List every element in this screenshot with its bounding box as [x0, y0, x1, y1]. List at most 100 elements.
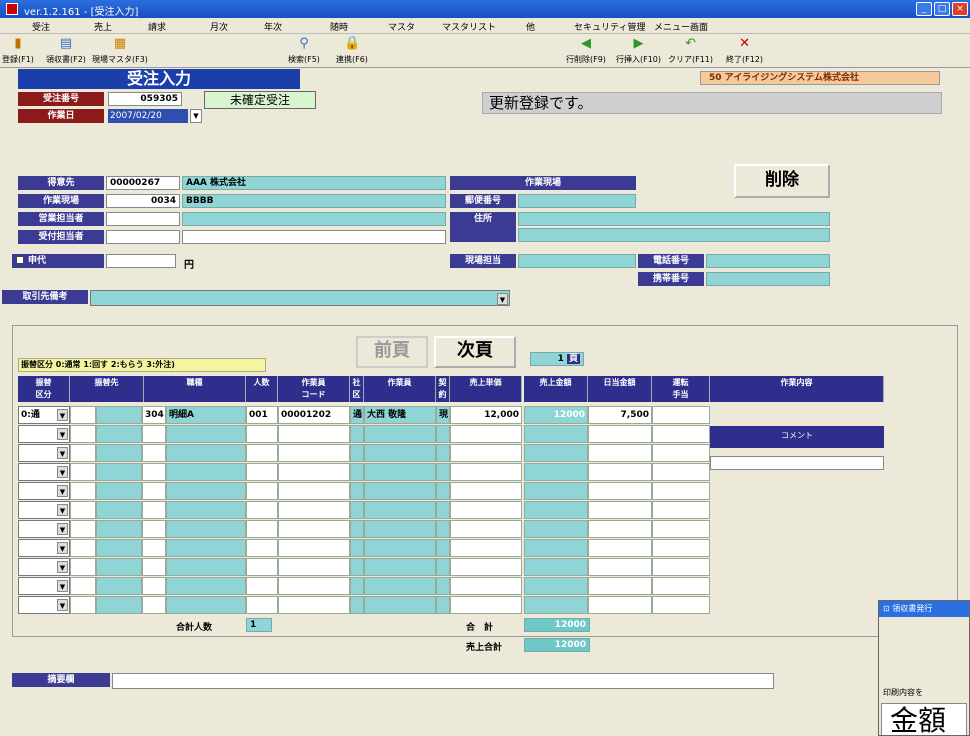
- daily-amount-cell[interactable]: [588, 501, 652, 519]
- toolbar-button-6[interactable]: ▶ 行挿入(F10): [616, 36, 661, 65]
- kubun-dropdown[interactable]: ▼: [18, 558, 70, 576]
- driving-allowance-cell[interactable]: [652, 539, 710, 557]
- menu-item-8[interactable]: 他: [526, 20, 535, 33]
- daily-amount-cell[interactable]: [588, 425, 652, 443]
- driving-allowance-cell[interactable]: [652, 482, 710, 500]
- sales-amount-cell[interactable]: [524, 425, 588, 443]
- chevron-down-icon[interactable]: ▼: [57, 504, 68, 516]
- kubun-dropdown[interactable]: 0:通 ▼: [18, 406, 70, 424]
- chevron-down-icon[interactable]: ▼: [57, 561, 68, 573]
- contract-cell[interactable]: [436, 482, 450, 500]
- unit-price-cell[interactable]: 12,000: [450, 406, 522, 424]
- sales-amount-cell[interactable]: [524, 482, 588, 500]
- site-name-field[interactable]: BBBB: [182, 194, 446, 208]
- people-cell[interactable]: 001: [246, 406, 278, 424]
- transfer-code-cell[interactable]: [70, 463, 96, 481]
- contract-cell[interactable]: [436, 520, 450, 538]
- contract-cell[interactable]: [436, 425, 450, 443]
- job-name-cell[interactable]: [166, 444, 246, 462]
- job-name-cell[interactable]: [166, 501, 246, 519]
- job-code-cell[interactable]: 304: [142, 406, 166, 424]
- chevron-down-icon[interactable]: ▼: [57, 447, 68, 459]
- people-cell[interactable]: [246, 425, 278, 443]
- proxy-amount-field[interactable]: [106, 254, 176, 268]
- menu-item-6[interactable]: マスタ: [388, 20, 415, 33]
- driving-allowance-cell[interactable]: [652, 520, 710, 538]
- menu-item-2[interactable]: 請求: [148, 20, 166, 33]
- daily-amount-cell[interactable]: [588, 539, 652, 557]
- worker-name-cell[interactable]: [364, 520, 436, 538]
- unit-price-cell[interactable]: [450, 539, 522, 557]
- job-code-cell[interactable]: [142, 520, 166, 538]
- transfer-code-cell[interactable]: [70, 501, 96, 519]
- menu-item-1[interactable]: 売上: [94, 20, 112, 33]
- toolbar-button-3[interactable]: ⚲ 検索(F5): [288, 36, 320, 65]
- transfer-name-cell[interactable]: [96, 501, 142, 519]
- driving-allowance-cell[interactable]: [652, 444, 710, 462]
- people-cell[interactable]: [246, 482, 278, 500]
- address-field-1[interactable]: [518, 212, 830, 226]
- menu-item-9[interactable]: セキュリティ管理: [574, 20, 645, 33]
- worker-name-cell[interactable]: [364, 425, 436, 443]
- company-kubun-cell[interactable]: [350, 482, 364, 500]
- toolbar-button-5[interactable]: ◀ 行削除(F9): [566, 36, 606, 65]
- job-name-cell[interactable]: [166, 463, 246, 481]
- driving-allowance-cell[interactable]: [652, 425, 710, 443]
- job-name-cell[interactable]: [166, 558, 246, 576]
- kubun-dropdown[interactable]: ▼: [18, 596, 70, 614]
- transfer-code-cell[interactable]: [70, 596, 96, 614]
- people-cell[interactable]: [246, 444, 278, 462]
- worker-code-cell[interactable]: [278, 425, 350, 443]
- company-kubun-cell[interactable]: [350, 425, 364, 443]
- transfer-name-cell[interactable]: [96, 463, 142, 481]
- remarks-field[interactable]: [112, 673, 774, 689]
- menu-item-5[interactable]: 随時: [330, 20, 348, 33]
- job-code-cell[interactable]: [142, 444, 166, 462]
- trade-note-dropdown[interactable]: ▼: [90, 290, 510, 306]
- people-cell[interactable]: [246, 558, 278, 576]
- sales-amount-cell[interactable]: [524, 520, 588, 538]
- worker-name-cell[interactable]: [364, 596, 436, 614]
- transfer-code-cell[interactable]: [70, 520, 96, 538]
- kubun-dropdown[interactable]: ▼: [18, 444, 70, 462]
- worker-name-cell[interactable]: [364, 482, 436, 500]
- job-code-cell[interactable]: [142, 596, 166, 614]
- driving-allowance-cell[interactable]: [652, 558, 710, 576]
- sales-amount-cell[interactable]: 12000: [524, 406, 588, 424]
- transfer-name-cell[interactable]: [96, 444, 142, 462]
- company-kubun-cell[interactable]: [350, 577, 364, 595]
- worker-code-cell[interactable]: 00001202: [278, 406, 350, 424]
- transfer-code-cell[interactable]: [70, 425, 96, 443]
- worker-code-cell[interactable]: [278, 463, 350, 481]
- transfer-name-cell[interactable]: [96, 482, 142, 500]
- daily-amount-cell[interactable]: [588, 577, 652, 595]
- maximize-button[interactable]: □: [934, 2, 950, 16]
- daily-amount-cell[interactable]: [588, 444, 652, 462]
- kubun-dropdown[interactable]: ▼: [18, 520, 70, 538]
- sales-amount-cell[interactable]: [524, 501, 588, 519]
- contract-cell[interactable]: [436, 501, 450, 519]
- reception-staff-code-field[interactable]: [106, 230, 180, 244]
- company-kubun-cell[interactable]: [350, 501, 364, 519]
- kubun-dropdown[interactable]: ▼: [18, 539, 70, 557]
- contract-cell[interactable]: [436, 577, 450, 595]
- proxy-checkbox[interactable]: [16, 256, 24, 264]
- people-cell[interactable]: [246, 501, 278, 519]
- transfer-name-cell[interactable]: [96, 596, 142, 614]
- company-kubun-cell[interactable]: [350, 520, 364, 538]
- job-code-cell[interactable]: [142, 425, 166, 443]
- people-cell[interactable]: [246, 596, 278, 614]
- toolbar-button-1[interactable]: ▤ 領収書(F2): [46, 36, 86, 65]
- prev-page-button[interactable]: 前頁: [356, 336, 428, 368]
- site-code-field[interactable]: 0034: [106, 194, 180, 208]
- worker-code-cell[interactable]: [278, 577, 350, 595]
- worker-code-cell[interactable]: [278, 558, 350, 576]
- driving-allowance-cell[interactable]: [652, 463, 710, 481]
- worker-code-cell[interactable]: [278, 596, 350, 614]
- kubun-dropdown[interactable]: ▼: [18, 425, 70, 443]
- company-kubun-cell[interactable]: [350, 539, 364, 557]
- unit-price-cell[interactable]: [450, 520, 522, 538]
- work-date-field[interactable]: 2007/02/20: [108, 109, 188, 123]
- contract-cell[interactable]: [436, 539, 450, 557]
- job-code-cell[interactable]: [142, 539, 166, 557]
